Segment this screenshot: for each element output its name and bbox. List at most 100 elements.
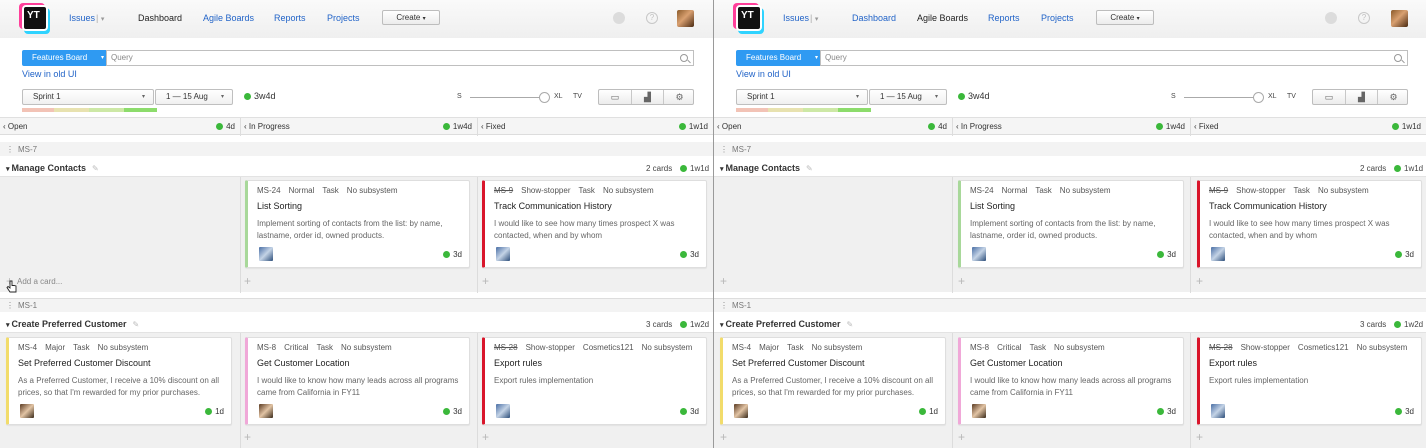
gear-icon[interactable]: [1325, 12, 1337, 24]
swimlane-title[interactable]: ▾ Manage Contacts ✎: [720, 163, 813, 173]
drag-handle-icon[interactable]: ⋮: [6, 145, 14, 154]
card-id[interactable]: MS-28: [494, 343, 518, 352]
card-ms-24[interactable]: MS-24 Normal Task No subsystem List Sorting…: [245, 180, 470, 268]
add-card-link[interactable]: Add a card...: [17, 277, 62, 286]
help-icon[interactable]: ?: [646, 12, 658, 24]
inbox-icon[interactable]: ▭: [1313, 90, 1345, 104]
swimlane-title[interactable]: ▾ Create Preferred Customer ✎: [720, 319, 853, 329]
nav-dashboard[interactable]: Dashboard: [138, 13, 182, 23]
search-input[interactable]: Query: [106, 50, 694, 66]
card-ms-4[interactable]: MS-4 Major Task No subsystem Set Preferred …: [6, 337, 232, 425]
card-id[interactable]: MS-24: [257, 186, 281, 195]
size-tv-label[interactable]: TV: [1287, 93, 1296, 100]
youtrack-logo[interactable]: YT: [736, 5, 764, 33]
board-selector-button[interactable]: Features Board ▾: [736, 50, 821, 66]
nav-projects[interactable]: Projects: [327, 13, 360, 23]
nav-agile-boards[interactable]: Agile Boards: [203, 13, 254, 23]
column-fixed[interactable]: ‹ Fixed 1w1d: [478, 118, 713, 136]
add-card-plus-icon[interactable]: +: [482, 430, 489, 444]
card-size-slider[interactable]: [1184, 97, 1261, 98]
nav-reports[interactable]: Reports: [988, 13, 1020, 23]
chart-icon[interactable]: ▟: [631, 90, 663, 104]
sprint-dates-selector[interactable]: 1 — 15 Aug ▾: [869, 89, 947, 105]
card-title[interactable]: Get Customer Location: [970, 358, 1063, 368]
column-open[interactable]: ‹ Open 4d: [0, 118, 240, 136]
view-old-ui-link[interactable]: View in old UI: [736, 69, 791, 79]
nav-projects[interactable]: Projects: [1041, 13, 1074, 23]
youtrack-logo[interactable]: YT: [22, 5, 50, 33]
card-title[interactable]: List Sorting: [257, 201, 302, 211]
user-avatar[interactable]: [677, 10, 694, 27]
nav-reports[interactable]: Reports: [274, 13, 306, 23]
swimlane-id[interactable]: ⋮ MS-1: [720, 301, 751, 310]
card-ms-4[interactable]: MS-4 Major Task No subsystem Set Preferred …: [720, 337, 946, 425]
assignee-avatar[interactable]: [972, 404, 986, 418]
assignee-avatar[interactable]: [972, 247, 986, 261]
add-card-plus-icon[interactable]: +: [482, 274, 489, 288]
assignee-avatar[interactable]: [1211, 404, 1225, 418]
card-ms-28[interactable]: MS-28 Show-stopper Cosmetics121 No subsyste…: [1197, 337, 1422, 425]
card-title[interactable]: Export rules: [494, 358, 542, 368]
card-ms-9[interactable]: MS-9 Show-stopper Task No subsystem Track C…: [1197, 180, 1422, 268]
card-size-slider-handle[interactable]: [1253, 92, 1264, 103]
column-in-progress[interactable]: ‹ In Progress 1w4d: [241, 118, 477, 136]
drag-handle-icon[interactable]: ⋮: [720, 145, 728, 154]
assignee-avatar[interactable]: [259, 404, 273, 418]
column-in-progress[interactable]: ‹ In Progress 1w4d: [953, 118, 1190, 136]
card-id[interactable]: MS-4: [18, 343, 37, 352]
add-card-plus-icon[interactable]: +: [1196, 430, 1203, 444]
edit-pencil-icon[interactable]: ✎: [133, 320, 140, 329]
sprint-selector[interactable]: Sprint 1 ▾: [22, 89, 154, 105]
help-icon[interactable]: ?: [1358, 12, 1370, 24]
view-old-ui-link[interactable]: View in old UI: [22, 69, 77, 79]
swimlane-title[interactable]: ▾ Manage Contacts ✎: [6, 163, 99, 173]
add-card-plus-icon[interactable]: +: [1196, 274, 1203, 288]
card-title[interactable]: Set Preferred Customer Discount: [18, 358, 151, 368]
nav-issues-dropdown[interactable]: | ▾: [96, 13, 104, 23]
add-card-plus-icon[interactable]: +: [244, 274, 251, 288]
nav-issues[interactable]: Issues: [783, 13, 809, 23]
column-open[interactable]: ‹ Open 4d: [714, 118, 952, 136]
card-ms-24[interactable]: MS-24 Normal Task No subsystem List Sorting…: [958, 180, 1184, 268]
card-size-slider-handle[interactable]: [539, 92, 550, 103]
assignee-avatar[interactable]: [734, 404, 748, 418]
nav-issues[interactable]: Issues: [69, 13, 95, 23]
add-card-plus-icon[interactable]: +: [958, 274, 965, 288]
assignee-avatar[interactable]: [496, 404, 510, 418]
search-icon[interactable]: [680, 54, 688, 62]
card-ms-28[interactable]: MS-28 Show-stopper Cosmetics121 No subsyste…: [482, 337, 707, 425]
gear-icon[interactable]: [613, 12, 625, 24]
card-ms-8[interactable]: MS-8 Critical Task No subsystem Get Custome…: [958, 337, 1184, 425]
swimlane-title[interactable]: ▾ Create Preferred Customer ✎: [6, 319, 139, 329]
column-fixed[interactable]: ‹ Fixed 1w1d: [1191, 118, 1426, 136]
swimlane-id[interactable]: ⋮ MS-7: [720, 145, 751, 154]
card-id[interactable]: MS-8: [970, 343, 989, 352]
search-icon[interactable]: [1394, 54, 1402, 62]
nav-dashboard[interactable]: Dashboard: [852, 13, 896, 23]
card-id[interactable]: MS-9: [494, 186, 513, 195]
card-title[interactable]: List Sorting: [970, 201, 1015, 211]
card-id[interactable]: MS-9: [1209, 186, 1228, 195]
card-id[interactable]: MS-28: [1209, 343, 1233, 352]
card-title[interactable]: Get Customer Location: [257, 358, 350, 368]
card-title[interactable]: Track Communication History: [494, 201, 612, 211]
assignee-avatar[interactable]: [20, 404, 34, 418]
inbox-icon[interactable]: ▭: [599, 90, 631, 104]
card-id[interactable]: MS-8: [257, 343, 276, 352]
card-title[interactable]: Set Preferred Customer Discount: [732, 358, 865, 368]
card-title[interactable]: Track Communication History: [1209, 201, 1327, 211]
create-button[interactable]: Create ▾: [1096, 10, 1154, 25]
sprint-selector[interactable]: Sprint 1 ▾: [736, 89, 868, 105]
card-ms-9[interactable]: MS-9 Show-stopper Task No subsystem Track C…: [482, 180, 707, 268]
search-input[interactable]: Query: [820, 50, 1408, 66]
add-card-plus-icon[interactable]: +: [244, 430, 251, 444]
size-tv-label[interactable]: TV: [573, 93, 582, 100]
edit-pencil-icon[interactable]: ✎: [806, 164, 813, 173]
assignee-avatar[interactable]: [1211, 247, 1225, 261]
drag-handle-icon[interactable]: ⋮: [6, 301, 14, 310]
sprint-dates-selector[interactable]: 1 — 15 Aug ▾: [155, 89, 233, 105]
drag-handle-icon[interactable]: ⋮: [720, 301, 728, 310]
assignee-avatar[interactable]: [496, 247, 510, 261]
assignee-avatar[interactable]: [259, 247, 273, 261]
create-button[interactable]: Create ▾: [382, 10, 440, 25]
